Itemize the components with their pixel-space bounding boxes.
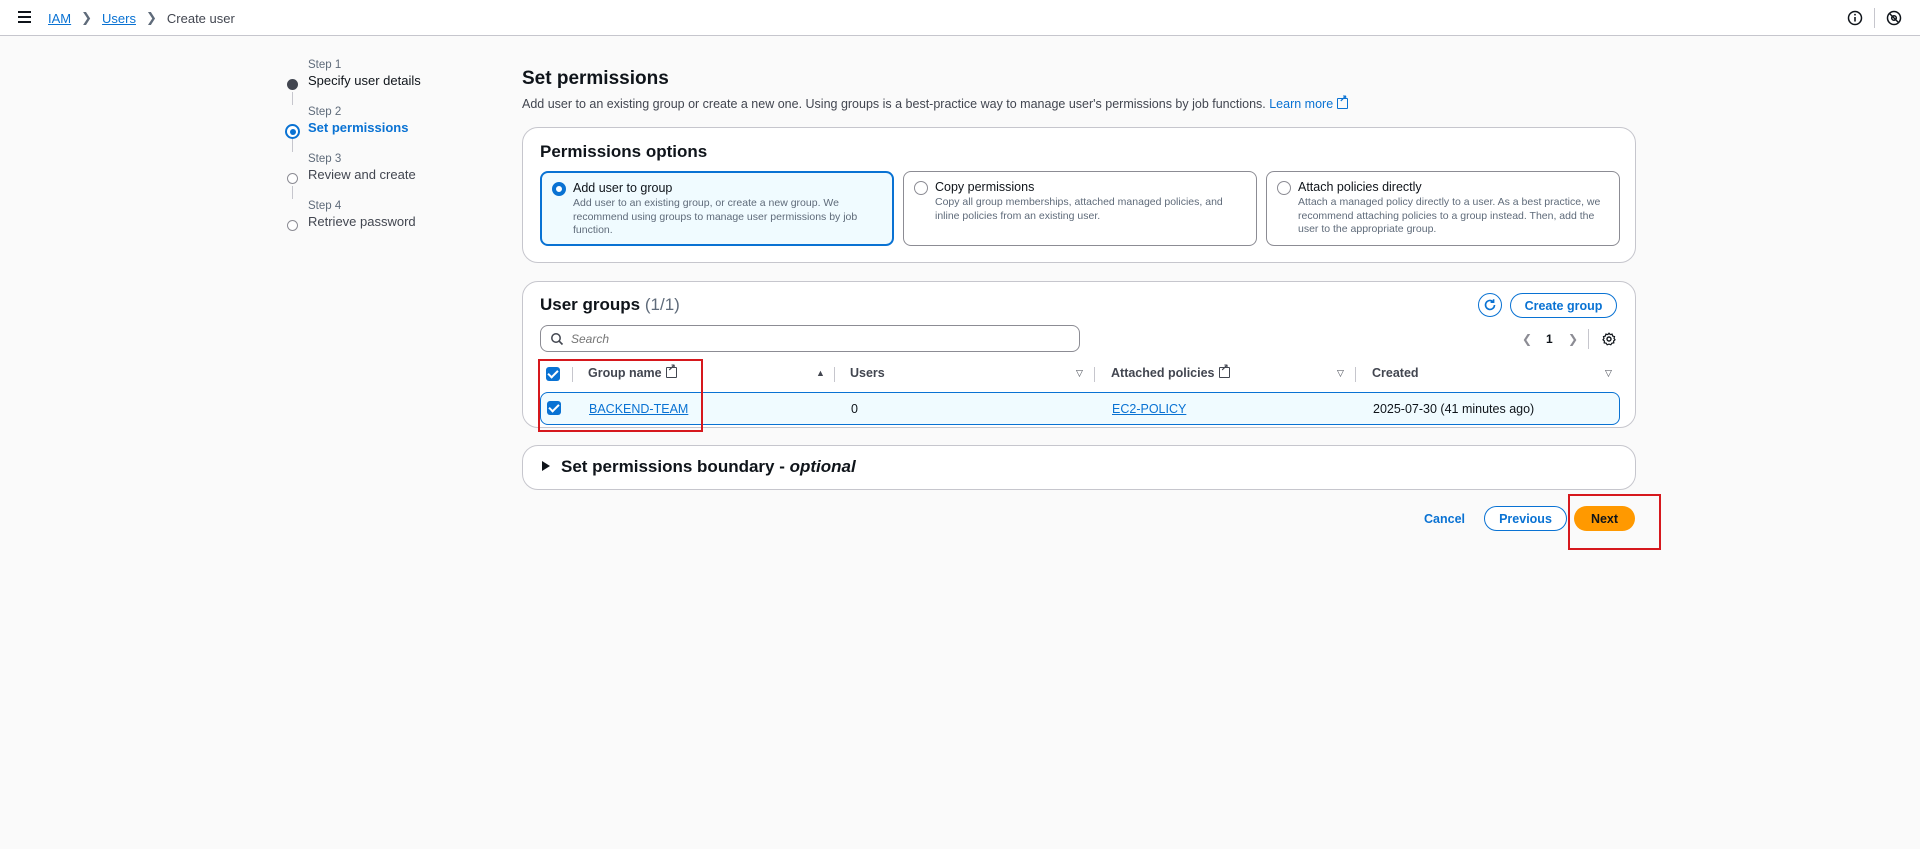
user-groups-title: User groups (1/1) [540, 295, 680, 315]
top-navigation: IAM ❯ Users ❯ Create user [0, 0, 1920, 36]
option-label: Copy permissions [935, 180, 1035, 194]
learn-more-link[interactable]: Learn more [1269, 94, 1349, 111]
learn-more-label: Learn more [1269, 97, 1334, 111]
page-title: Set permissions [522, 68, 669, 89]
boundary-title-text: Set permissions boundary - [561, 457, 790, 476]
column-header-users[interactable]: Users [850, 366, 885, 380]
step-title: Specify user details [308, 73, 421, 88]
step-3: Step 3 Review and create [282, 152, 482, 199]
permissions-boundary-title[interactable]: Set permissions boundary - optional [561, 457, 856, 477]
step-number: Step 4 [308, 200, 342, 212]
next-button[interactable]: Next [1574, 506, 1635, 531]
step-title: Set permissions [308, 120, 409, 135]
search-input[interactable] [571, 330, 1071, 348]
column-header-group-name[interactable]: Group name [588, 363, 677, 380]
option-label: Add user to group [573, 181, 673, 195]
step-status-icon [287, 220, 298, 231]
policy-link[interactable]: EC2-POLICY [1112, 402, 1186, 416]
sort-ascending-icon[interactable]: ▲ [816, 368, 825, 378]
divider [1874, 8, 1875, 28]
row-checkbox[interactable] [547, 401, 561, 415]
previous-page-icon[interactable]: ❮ [1522, 332, 1532, 346]
option-add-user-to-group[interactable]: Add user to group Add user to an existin… [540, 171, 894, 246]
option-description: Attach a managed policy directly to a us… [1298, 196, 1601, 235]
column-divider [1094, 367, 1095, 382]
step-number: Step 3 [308, 153, 342, 165]
next-page-icon[interactable]: ❯ [1568, 332, 1578, 346]
search-icon [551, 333, 564, 346]
option-label: Attach policies directly [1298, 180, 1422, 194]
search-field[interactable] [540, 325, 1080, 352]
caret-right-icon[interactable] [542, 461, 550, 471]
step-title: Review and create [308, 167, 416, 182]
column-divider [834, 367, 835, 382]
user-groups-count: (1/1) [644, 295, 680, 314]
previous-button[interactable]: Previous [1484, 506, 1567, 531]
radio-button[interactable] [552, 182, 566, 196]
breadcrumb: IAM ❯ Users ❯ Create user [48, 10, 235, 26]
step-1: Step 1 Specify user details [282, 58, 482, 105]
column-label: Group name [588, 366, 662, 380]
divider [1588, 329, 1589, 349]
refresh-button[interactable] [1478, 293, 1502, 317]
permissions-options-title: Permissions options [540, 142, 708, 161]
description-text: Add user to an existing group or create … [522, 97, 1266, 111]
step-status-icon [287, 79, 298, 90]
step-status-icon [287, 173, 298, 184]
cell-created: 2025-07-30 (41 minutes ago) [1373, 402, 1535, 416]
option-attach-policies[interactable]: Attach policies directly Attach a manage… [1266, 171, 1620, 246]
breadcrumb-iam[interactable]: IAM [48, 11, 71, 26]
chevron-right-icon: ❯ [81, 10, 93, 25]
external-link-icon [1218, 363, 1230, 378]
page-number[interactable]: 1 [1546, 332, 1553, 346]
column-header-attached-policies[interactable]: Attached policies [1111, 363, 1230, 380]
option-description: Copy all group memberships, attached man… [935, 196, 1223, 222]
group-name-link[interactable]: BACKEND-TEAM [589, 402, 688, 416]
boundary-optional-text: optional [789, 457, 856, 476]
column-header-created[interactable]: Created [1372, 366, 1419, 380]
info-icon[interactable] [1846, 9, 1864, 27]
cell-attached-policies: EC2-POLICY [1112, 402, 1186, 416]
chevron-right-icon: ❯ [145, 10, 157, 25]
permissions-options-panel: Permissions options Add user to group Ad… [522, 127, 1636, 263]
cancel-button[interactable]: Cancel [1424, 512, 1465, 526]
sort-icon[interactable]: ▽ [1605, 368, 1612, 379]
create-group-button[interactable]: Create group [1510, 293, 1617, 318]
step-number: Step 2 [308, 106, 342, 118]
table-header: Group name ▲ Users ▽ Attached policies ▽… [540, 361, 1620, 387]
sort-icon[interactable]: ▽ [1337, 368, 1344, 379]
permissions-boundary-panel[interactable]: Set permissions boundary - optional [522, 445, 1636, 490]
cell-users: 0 [851, 402, 858, 416]
gear-icon[interactable] [1602, 332, 1616, 346]
radio-button[interactable] [1277, 181, 1291, 195]
column-label: Attached policies [1111, 366, 1215, 380]
user-groups-panel: User groups (1/1) Create group ❮ 1 ❯ [522, 281, 1636, 428]
table-row[interactable]: BACKEND-TEAM 0 EC2-POLICY 2025-07-30 (41… [540, 392, 1620, 425]
user-groups-title-text: User groups [540, 295, 641, 314]
breadcrumb-users[interactable]: Users [102, 11, 136, 26]
refresh-icon [1484, 299, 1496, 311]
settings-icon[interactable] [1885, 9, 1903, 27]
wizard-steps: Step 1 Specify user details Step 2 Set p… [282, 58, 482, 246]
step-title: Retrieve password [308, 214, 416, 229]
radio-button[interactable] [914, 181, 928, 195]
external-link-icon [665, 363, 677, 378]
option-copy-permissions[interactable]: Copy permissions Copy all group membersh… [903, 171, 1257, 246]
page-description: Add user to an existing group or create … [522, 94, 1349, 111]
cell-group-name: BACKEND-TEAM [589, 402, 688, 416]
column-divider [1355, 367, 1356, 382]
select-all-checkbox[interactable] [546, 367, 560, 381]
option-description: Add user to an existing group, or create… [573, 197, 858, 236]
external-link-icon [1337, 94, 1349, 109]
column-divider [572, 367, 573, 382]
step-2: Step 2 Set permissions [282, 105, 482, 152]
menu-icon[interactable] [18, 9, 34, 25]
step-number: Step 1 [308, 59, 342, 71]
breadcrumb-current: Create user [166, 10, 235, 26]
step-4: Step 4 Retrieve password [282, 199, 482, 246]
sort-icon[interactable]: ▽ [1076, 368, 1083, 379]
step-status-icon [285, 124, 300, 139]
